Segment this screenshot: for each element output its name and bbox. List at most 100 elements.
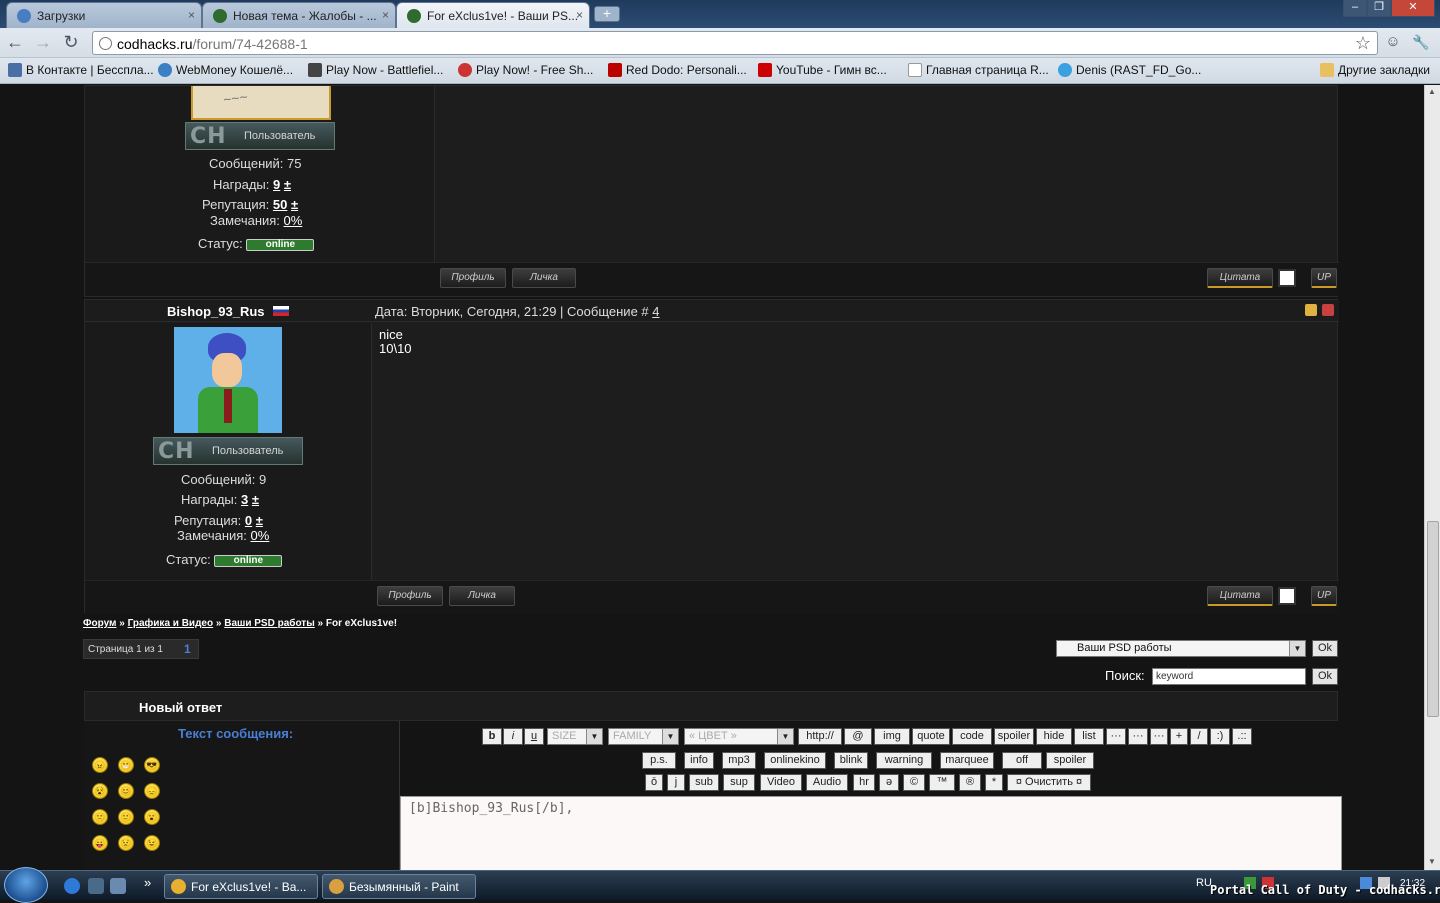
back-button[interactable]: ← <box>4 32 26 54</box>
audio-button[interactable]: Audio <box>806 774 848 791</box>
off-button[interactable]: off <box>1002 752 1042 769</box>
tab-active-topic[interactable]: For eXclus1ve! - Ваши PS... × <box>396 2 590 28</box>
video-button[interactable]: Video <box>760 774 802 791</box>
close-window-button[interactable]: ✕ <box>1391 0 1435 17</box>
pm-button[interactable]: Личка <box>449 586 515 606</box>
forum-jump-select[interactable]: Ваши PSD работы ▼ <box>1056 640 1306 657</box>
bookmark-item[interactable]: Главная страница R... <box>908 63 1049 77</box>
quote-button[interactable]: Цитата <box>1207 586 1273 606</box>
sad-smiley-icon[interactable]: 😞 <box>144 783 160 799</box>
code-button[interactable]: code <box>952 728 992 745</box>
taskbar-item-paint[interactable]: Безымянный - Paint <box>322 874 476 899</box>
quick-quote-icon[interactable] <box>1278 269 1296 287</box>
hide-button[interactable]: hide <box>1036 728 1072 745</box>
message-textarea[interactable]: [b]Bishop_93_Rus[/b], <box>400 796 1342 870</box>
worried-smiley-icon[interactable]: 😟 <box>118 835 134 851</box>
page-scrollbar[interactable]: ▲ ▼ <box>1424 85 1440 870</box>
thumbs-up-icon[interactable] <box>1305 304 1317 316</box>
align-right-button[interactable]: ··· <box>1150 728 1168 745</box>
warning-button[interactable]: warning <box>876 752 932 769</box>
email-button[interactable]: @ <box>844 728 872 745</box>
address-bar[interactable]: codhacks.ru/forum/74-42688-1 ☆ <box>92 31 1378 55</box>
smile-smiley-icon[interactable]: 🙂 <box>118 809 134 825</box>
spoiler2-button[interactable]: spoiler <box>1046 752 1094 769</box>
bookmark-star-icon[interactable]: ☆ <box>1355 33 1371 54</box>
sup-button[interactable]: sup <box>723 774 755 791</box>
search-ok-button[interactable]: Ok <box>1312 668 1338 685</box>
minimize-button[interactable]: ‒ <box>1343 0 1367 17</box>
align-left-button[interactable]: ··· <box>1106 728 1126 745</box>
quote-button[interactable]: Цитата <box>1207 268 1273 288</box>
ps-button[interactable]: p.s. <box>642 752 676 769</box>
clear-button[interactable]: ¤ Очистить ¤ <box>1007 774 1091 791</box>
grin-smiley-icon[interactable]: 😁 <box>118 757 134 773</box>
url-button[interactable]: http:// <box>798 728 842 745</box>
thumbs-down-icon[interactable] <box>1322 304 1334 316</box>
copyright-button[interactable]: © <box>903 774 925 791</box>
size-select[interactable]: SIZE ▼ <box>547 728 603 745</box>
schwa-button[interactable]: ə <box>879 774 899 791</box>
smiles-button[interactable]: :) <box>1210 728 1230 745</box>
onlinekino-button[interactable]: onlinekino <box>764 752 826 769</box>
close-tab-icon[interactable]: × <box>382 8 389 22</box>
list-item-button[interactable]: + <box>1170 728 1188 745</box>
profile-button[interactable]: Профиль <box>440 268 506 288</box>
frown-smiley-icon[interactable]: 🙁 <box>92 809 108 825</box>
scroll-up-icon[interactable]: ▲ <box>1428 87 1436 96</box>
bookmark-item[interactable]: Play Now! - Free Sh... <box>458 63 593 77</box>
overline-button[interactable]: ō <box>645 774 663 791</box>
bookmark-item[interactable]: В Контакте | Бесспла... <box>8 63 154 77</box>
bookmark-item[interactable]: YouTube - Гимн вс... <box>758 63 887 77</box>
asterisk-button[interactable]: * <box>985 774 1003 791</box>
page-link[interactable]: 1 <box>184 642 191 656</box>
forward-button[interactable]: → <box>32 32 54 54</box>
wrench-icon[interactable]: 🔧 <box>1410 32 1432 54</box>
surprised-smiley-icon[interactable]: 😮 <box>144 809 160 825</box>
url-text[interactable]: codhacks.ru/forum/74-42688-1 <box>117 36 308 52</box>
ie-icon[interactable] <box>64 878 80 894</box>
pm-button[interactable]: Личка <box>512 268 576 288</box>
more-button[interactable]: .:: <box>1232 728 1252 745</box>
cool-smiley-icon[interactable]: 😎 <box>144 757 160 773</box>
close-tab-icon[interactable]: × <box>188 8 195 22</box>
color-select[interactable]: « ЦВЕТ » ▼ <box>684 728 794 745</box>
search-input[interactable]: keyword <box>1152 668 1306 685</box>
quote-tag-button[interactable]: quote <box>912 728 950 745</box>
profile-button[interactable]: Профиль <box>377 586 443 606</box>
close-tab-icon[interactable]: × <box>576 8 583 22</box>
other-bookmarks[interactable]: Другие закладки <box>1320 63 1430 77</box>
bold-button[interactable]: b <box>482 728 502 745</box>
j-button[interactable]: j <box>667 774 685 791</box>
quick-quote-icon[interactable] <box>1278 587 1296 605</box>
align-center-button[interactable]: ··· <box>1128 728 1148 745</box>
scrollbar-thumb[interactable] <box>1427 521 1439 717</box>
trademark-button[interactable]: ™ <box>929 774 955 791</box>
tongue-smiley-icon[interactable]: 😛 <box>92 835 108 851</box>
up-button[interactable]: UP <box>1311 586 1337 606</box>
spoiler-button[interactable]: spoiler <box>994 728 1034 745</box>
img-button[interactable]: img <box>874 728 910 745</box>
hr-button[interactable]: hr <box>853 774 875 791</box>
close-tags-button[interactable]: / <box>1190 728 1208 745</box>
happy-smiley-icon[interactable]: 😊 <box>118 783 134 799</box>
page-action-icon[interactable]: ☺ <box>1382 32 1404 54</box>
avatar[interactable]: ~~~ <box>191 86 331 120</box>
avatar[interactable] <box>174 327 282 433</box>
blink-button[interactable]: blink <box>834 752 868 769</box>
marquee-button[interactable]: marquee <box>940 752 994 769</box>
underline-button[interactable]: u <box>524 728 544 745</box>
dizzy-smiley-icon[interactable]: 😵 <box>92 783 108 799</box>
post-author-name[interactable]: Bishop_93_Rus <box>167 304 265 319</box>
restore-button[interactable]: ❐ <box>1367 0 1391 17</box>
scroll-down-icon[interactable]: ▼ <box>1428 857 1436 866</box>
new-tab-button[interactable]: + <box>594 6 620 22</box>
reload-button[interactable]: ↻ <box>60 32 82 54</box>
tab-downloads[interactable]: Загрузки × <box>6 2 202 28</box>
explorer-icon[interactable] <box>88 878 104 894</box>
desktop-icon[interactable] <box>110 878 126 894</box>
wink-smiley-icon[interactable]: 😉 <box>144 835 160 851</box>
bookmark-item[interactable]: Red Dodo: Personali... <box>608 63 747 77</box>
forum-jump-ok-button[interactable]: Ok <box>1312 640 1338 657</box>
italic-button[interactable]: i <box>503 728 523 745</box>
bookmark-item[interactable]: Play Now - Battlefiel... <box>308 63 443 77</box>
